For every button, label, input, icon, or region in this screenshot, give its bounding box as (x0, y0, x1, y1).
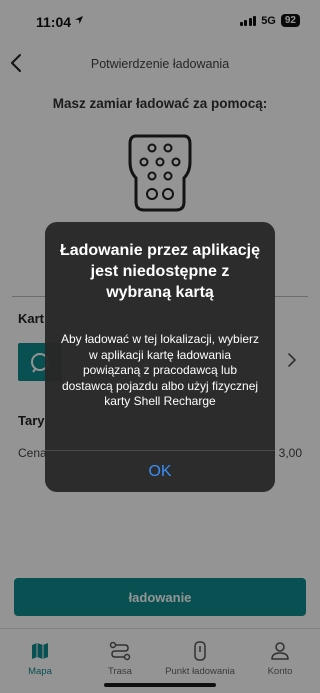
alert-ok-button[interactable]: OK (45, 451, 275, 492)
alert-dialog: Ładowanie przez aplikację jest niedostęp… (45, 222, 275, 492)
alert-message: Aby ładować w tej lokalizacji, wybierz w… (60, 332, 260, 408)
alert-title: Ładowanie przez aplikację jest niedostęp… (59, 242, 261, 301)
home-indicator (104, 683, 216, 687)
